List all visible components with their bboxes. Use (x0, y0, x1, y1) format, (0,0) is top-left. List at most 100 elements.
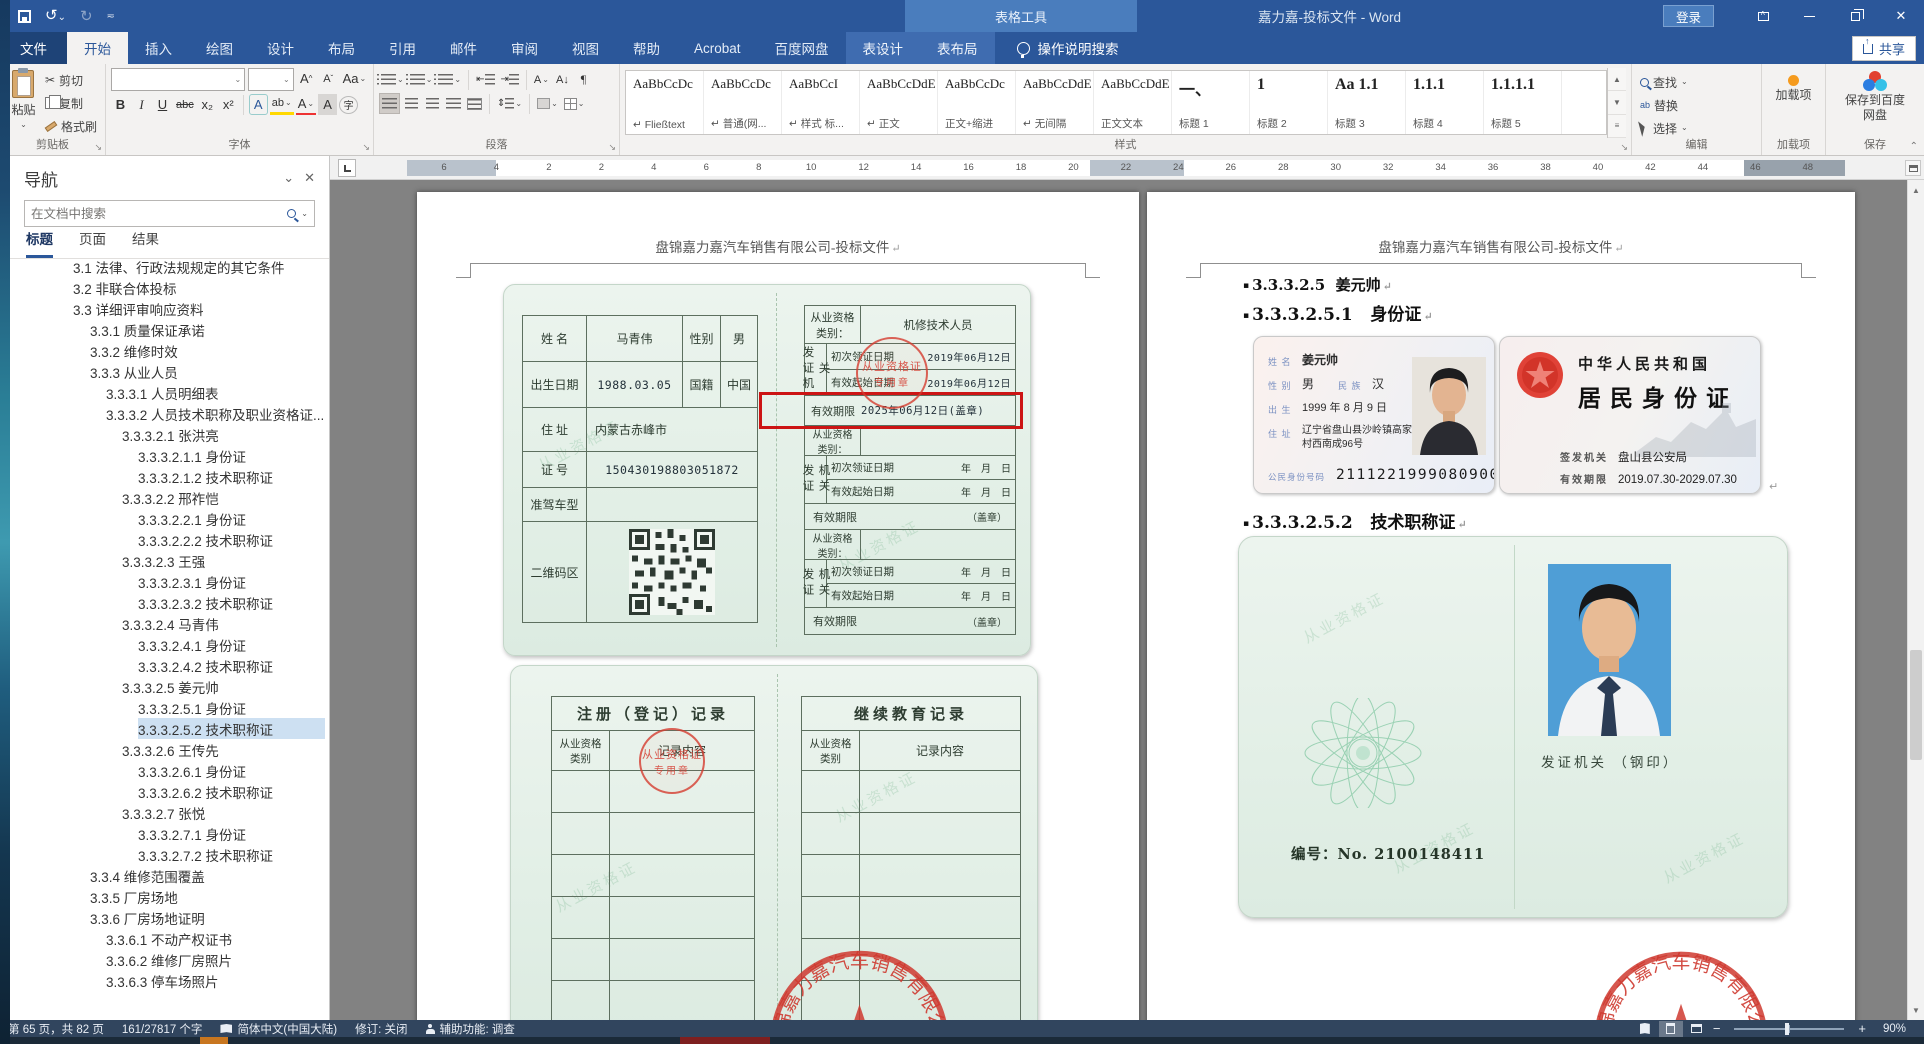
vertical-scrollbar[interactable]: ▲ ▼ (1907, 180, 1924, 1020)
search-icon[interactable] (287, 209, 297, 218)
superscript-button[interactable]: x² (219, 94, 238, 115)
search-options-caret-icon[interactable]: ⌄ (301, 209, 308, 218)
accessibility-status[interactable]: 辅助功能: 调查 (425, 1021, 515, 1037)
font-name-combo[interactable]: ⌄ (111, 68, 246, 91)
gallery-more-icon[interactable]: ≡ (1608, 115, 1626, 138)
addins-button[interactable]: 加载项 (1767, 68, 1820, 103)
enclose-characters-button[interactable]: 字 (339, 95, 359, 114)
style-card[interactable]: 1 标题 2 (1250, 71, 1328, 134)
nav-tree-item[interactable]: ◢ 3.2 非联合体投标 (73, 277, 325, 298)
justify-button[interactable] (444, 93, 463, 114)
ribbon-tab[interactable]: 邮件 (433, 32, 494, 64)
nav-tree-item[interactable]: ◢ 3.3.3.2.7.2 技术职称证 (138, 844, 325, 865)
style-card[interactable]: 1.1.1 标题 4 (1406, 71, 1484, 134)
style-card[interactable]: AaBbCcDc 正文+缩进 (938, 71, 1016, 134)
track-changes-status[interactable]: 修订: 关闭 (355, 1021, 407, 1037)
find-button[interactable]: 查找 ⌄ (1637, 72, 1756, 92)
zoom-slider-thumb[interactable] (1785, 1022, 1789, 1035)
search-input[interactable] (31, 206, 288, 221)
shading-button[interactable]: ⌄ (535, 93, 560, 114)
nav-tree-item[interactable]: ◢ 3.3.3.2.2 邢祚恺 (122, 487, 325, 508)
nav-tree-item[interactable]: ◢ 3.3.3.2.4.2 技术职称证 (138, 655, 325, 676)
highlight-color-button[interactable]: ab ⌄ (269, 94, 294, 115)
clipboard-dialog-launcher[interactable]: ↘ (94, 143, 102, 152)
gallery-up-icon[interactable]: ▲ (1608, 68, 1626, 92)
page-2[interactable]: 盘锦嘉力嘉汽车销售有限公司-投标文件 ↵ ▪ 3.3.3.2.5 姜元帅 ↵ ▪ 3.3… (1147, 192, 1855, 1020)
minimize-button[interactable] (1786, 0, 1832, 32)
zoom-slider[interactable] (1734, 1022, 1845, 1035)
scroll-down-icon[interactable]: ▼ (1908, 1002, 1924, 1018)
paragraph-dialog-launcher[interactable]: ↘ (608, 143, 616, 152)
proofing-status[interactable]: 简体中文(中国大陆) (220, 1021, 337, 1037)
zoom-percentage[interactable]: 90% (1870, 1023, 1906, 1035)
ribbon-tab[interactable]: 帮助 (616, 32, 677, 64)
character-shading-button[interactable]: A (318, 94, 338, 115)
ribbon-tab[interactable]: 设计 (250, 32, 311, 64)
numbering-button[interactable]: ⌄ (405, 69, 435, 90)
format-painter-button[interactable]: 格式刷 (42, 116, 100, 136)
align-right-button[interactable] (423, 93, 442, 114)
ribbon-tab[interactable]: 布局 (311, 32, 372, 64)
nav-tree-item[interactable]: ◢ 3.3.3.2.6.2 技术职称证 (138, 781, 325, 802)
sort-button[interactable]: A↓ (553, 69, 572, 90)
navigation-tab[interactable]: 页面 (79, 228, 106, 258)
nav-tree-item[interactable]: ◢ 3.3.6.1 不动产权证书 (106, 928, 325, 949)
nav-tree-item[interactable]: ◢ 3.3.3.2.5.2 技术职称证 (138, 718, 325, 739)
contextual-tab[interactable]: 表设计 (846, 32, 921, 64)
sign-in-button[interactable]: 登录 (1662, 5, 1714, 27)
nav-tree-item[interactable]: ◢ 3.3.3.2.1.2 技术职称证 (138, 466, 325, 487)
ribbon-tab[interactable]: 百度网盘 (758, 32, 846, 64)
change-case-button[interactable]: Aa ⌄ (341, 68, 368, 89)
navigation-options-chevron-icon[interactable]: ⌄ (283, 170, 294, 186)
word-count[interactable]: 161/27817 个字 (122, 1021, 203, 1037)
cut-button[interactable]: ✂ 剪切 (42, 70, 100, 90)
paste-button[interactable]: 粘贴 ⌄ (5, 68, 42, 138)
font-size-combo[interactable]: ⌄ (248, 68, 294, 91)
align-center-button[interactable] (402, 93, 421, 114)
nav-tree-item[interactable]: ◢ 3.3.3.2.6.1 身份证 (138, 760, 325, 781)
nav-tree-item[interactable]: ◢ 3.3.3.1 人员明细表 (106, 382, 325, 403)
save-to-netdisk-button[interactable]: 保存到百度网盘 (1831, 68, 1919, 123)
nav-tree-item[interactable]: ◢ 3.3.3.2.7.1 身份证 (138, 823, 325, 844)
align-left-button[interactable] (379, 93, 400, 114)
redo-button[interactable]: ↻ (80, 9, 93, 24)
nav-tree-item[interactable]: ◢ 3.3 详细评审响应资料 (73, 298, 325, 319)
line-spacing-button[interactable]: ⇕ ⌄ (495, 93, 524, 114)
style-card[interactable]: AaBbCcDc ↵ 普通(网... (704, 71, 782, 134)
ribbon-tab[interactable]: 插入 (128, 32, 189, 64)
text-effects-button[interactable]: A (248, 94, 268, 115)
horizontal-ruler[interactable]: 6 4 2 2 4 6 8 10 12 14 16 18 20 22 24 26 28 30 32 34 36 38 40 4… (407, 160, 1845, 176)
zoom-out-button[interactable]: − (1709, 1021, 1725, 1036)
style-card[interactable]: Aa 1.1 标题 3 (1328, 71, 1406, 134)
nav-tree-item[interactable]: ◢ 3.3.6.2 维修厂房照片 (106, 949, 325, 970)
nav-tree-item[interactable]: ◢ 3.3.3.2.3.2 技术职称证 (138, 592, 325, 613)
print-layout-button[interactable] (1658, 1020, 1683, 1037)
nav-tree-item[interactable]: ◢ 3.3.3.2.1 张洪亮 (122, 424, 325, 445)
document-search-box[interactable]: ⌄ (24, 200, 315, 227)
nav-tree-item[interactable]: ◢ 3.3.3.2.6 王传先 (122, 739, 325, 760)
distribute-button[interactable] (465, 93, 484, 114)
ribbon-tab[interactable]: 开始 (67, 32, 128, 64)
ruler-toggle-button[interactable] (1905, 160, 1921, 176)
style-card[interactable]: AaBbCcDdE ↵ 无间隔 (1016, 71, 1094, 134)
navigation-tab[interactable]: 结果 (132, 228, 159, 258)
nav-tree-item[interactable]: ◢ 3.3.3.2.5 姜元帅 (122, 676, 325, 697)
restore-button[interactable] (1832, 0, 1878, 32)
nav-tree-item[interactable]: ◢ 3.3.3 从业人员 (90, 361, 325, 382)
web-layout-button[interactable] (1685, 1021, 1709, 1037)
page-1[interactable]: 盘锦嘉力嘉汽车销售有限公司-投标文件 ↵ 从业资格证 从业资格证 姓 名 马青伟 … (417, 192, 1139, 1020)
underline-button[interactable]: U (153, 94, 172, 115)
nav-tree-item[interactable]: ◢ 3.3.3.2.2.1 身份证 (138, 508, 325, 529)
font-color-button[interactable]: A ⌄ (295, 94, 317, 115)
navigation-tab[interactable]: 标题 (26, 228, 53, 258)
ribbon-display-options-button[interactable]: ˄ (1740, 0, 1786, 32)
nav-tree-item[interactable]: ◢ 3.3.3.2.3.1 身份证 (138, 571, 325, 592)
zoom-in-button[interactable]: + (1854, 1021, 1870, 1036)
nav-tree-item[interactable]: ◢ 3.3.3.2.3 王强 (122, 550, 325, 571)
style-card[interactable]: AaBbCcI ↵ 样式 标... (782, 71, 860, 134)
navigation-close-icon[interactable]: ✕ (304, 170, 315, 186)
nav-tree-item[interactable]: ◢ 3.3.3.2.1.1 身份证 (138, 445, 325, 466)
ribbon-tab[interactable]: 审阅 (494, 32, 555, 64)
scroll-up-icon[interactable]: ▲ (1908, 182, 1924, 198)
gallery-down-icon[interactable]: ▼ (1608, 91, 1626, 115)
